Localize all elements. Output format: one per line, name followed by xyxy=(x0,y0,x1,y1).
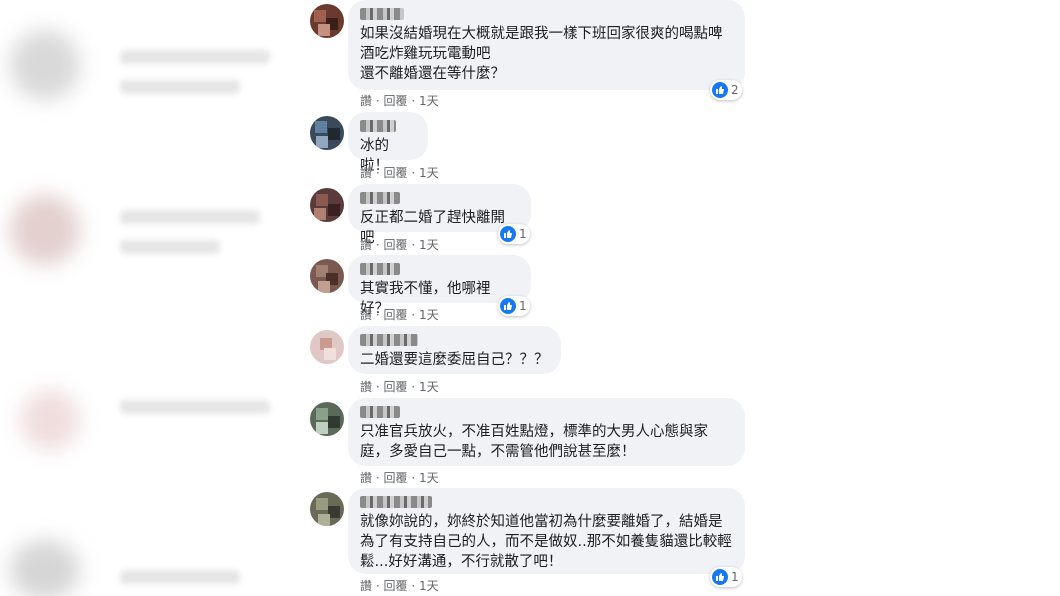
like-link[interactable]: 讚 xyxy=(360,238,372,252)
timestamp[interactable]: 1天 xyxy=(419,238,439,252)
blurred-author-name[interactable] xyxy=(360,496,432,508)
comment-actions: 讚 · 回覆 · 1天 xyxy=(360,92,439,109)
avatar[interactable] xyxy=(310,402,344,436)
comment-actions: 讚 · 回覆 · 1天 xyxy=(360,164,439,181)
avatar[interactable] xyxy=(310,4,344,38)
comment-bubble: 如果沒結婚現在大概就是跟我一樣下班回家很爽的喝點啤酒吃炸雞玩玩電動吧 還不離婚還… xyxy=(348,0,745,90)
reaction-count[interactable]: 1 xyxy=(498,224,530,244)
comment-text: 只准官兵放火，不准百姓點燈，標準的大男人心態與家庭，多愛自己一點，不需管他們說甚… xyxy=(360,424,708,460)
like-link[interactable]: 讚 xyxy=(360,579,372,593)
timestamp[interactable]: 1天 xyxy=(419,579,439,593)
like-link[interactable]: 讚 xyxy=(360,380,372,394)
avatar[interactable] xyxy=(310,492,344,526)
blurred-author-name[interactable] xyxy=(360,120,396,132)
comment-actions: 讚 · 回覆 · 1天 xyxy=(360,378,439,395)
comment-actions: 讚 · 回覆 · 1天 xyxy=(360,577,439,594)
separator: · xyxy=(411,308,419,322)
timestamp[interactable]: 1天 xyxy=(419,94,439,108)
reply-link[interactable]: 回覆 xyxy=(383,308,407,322)
comment-bubble: 只准官兵放火，不准百姓點燈，標準的大男人心態與家庭，多愛自己一點，不需管他們說甚… xyxy=(348,398,745,466)
comment-text: 就像妳說的，妳終於知道他當初為什麼要離婚了，結婚是為了有支持自己的人，而不是做奴… xyxy=(360,514,732,570)
reply-link[interactable]: 回覆 xyxy=(383,94,407,108)
separator: · xyxy=(411,579,419,593)
thumbs-up-icon xyxy=(712,82,728,98)
blurred-author-name[interactable] xyxy=(360,334,418,346)
thumbs-up-icon xyxy=(712,569,728,585)
reply-link[interactable]: 回覆 xyxy=(383,579,407,593)
comment-bubble: 冰的啦！ xyxy=(348,112,428,174)
comment-bubble: 就像妳說的，妳終於知道他當初為什麼要離婚了，結婚是為了有支持自己的人，而不是做奴… xyxy=(348,488,745,574)
avatar[interactable] xyxy=(310,330,344,364)
like-link[interactable]: 讚 xyxy=(360,94,372,108)
blurred-author-name[interactable] xyxy=(360,406,400,418)
like-link[interactable]: 讚 xyxy=(360,471,372,485)
separator: · xyxy=(411,166,419,180)
avatar[interactable] xyxy=(310,188,344,222)
timestamp[interactable]: 1天 xyxy=(419,308,439,322)
blurred-author-name[interactable] xyxy=(360,192,400,204)
reply-link[interactable]: 回覆 xyxy=(383,166,407,180)
timestamp[interactable]: 1天 xyxy=(419,380,439,394)
comment-text: 如果沒結婚現在大概就是跟我一樣下班回家很爽的喝點啤酒吃炸雞玩玩電動吧 還不離婚還… xyxy=(360,26,723,82)
comment-bubble: 二婚還要這麼委屈自己？？？ xyxy=(348,326,561,374)
reaction-count[interactable]: 2 xyxy=(710,80,742,100)
blurred-author-name[interactable] xyxy=(360,8,404,20)
reaction-count[interactable]: 1 xyxy=(710,567,742,587)
comment-actions: 讚 · 回覆 · 1天 xyxy=(360,469,439,486)
timestamp[interactable]: 1天 xyxy=(419,166,439,180)
blurred-background xyxy=(0,0,300,596)
avatar[interactable] xyxy=(310,116,344,150)
like-link[interactable]: 讚 xyxy=(360,308,372,322)
avatar[interactable] xyxy=(310,259,344,293)
reply-link[interactable]: 回覆 xyxy=(383,471,407,485)
timestamp[interactable]: 1天 xyxy=(419,471,439,485)
reply-link[interactable]: 回覆 xyxy=(383,380,407,394)
comment-text: 二婚還要這麼委屈自己？？？ xyxy=(360,352,549,368)
separator: · xyxy=(411,471,419,485)
comment-actions: 讚 · 回覆 · 1天 xyxy=(360,306,439,323)
like-link[interactable]: 讚 xyxy=(360,166,372,180)
reaction-count[interactable]: 1 xyxy=(498,296,530,316)
separator: · xyxy=(411,380,419,394)
separator: · xyxy=(411,238,419,252)
separator: · xyxy=(411,94,419,108)
blurred-author-name[interactable] xyxy=(360,263,400,275)
thumbs-up-icon xyxy=(500,226,516,242)
comment-actions: 讚 · 回覆 · 1天 xyxy=(360,236,439,253)
reply-link[interactable]: 回覆 xyxy=(383,238,407,252)
thumbs-up-icon xyxy=(500,298,516,314)
